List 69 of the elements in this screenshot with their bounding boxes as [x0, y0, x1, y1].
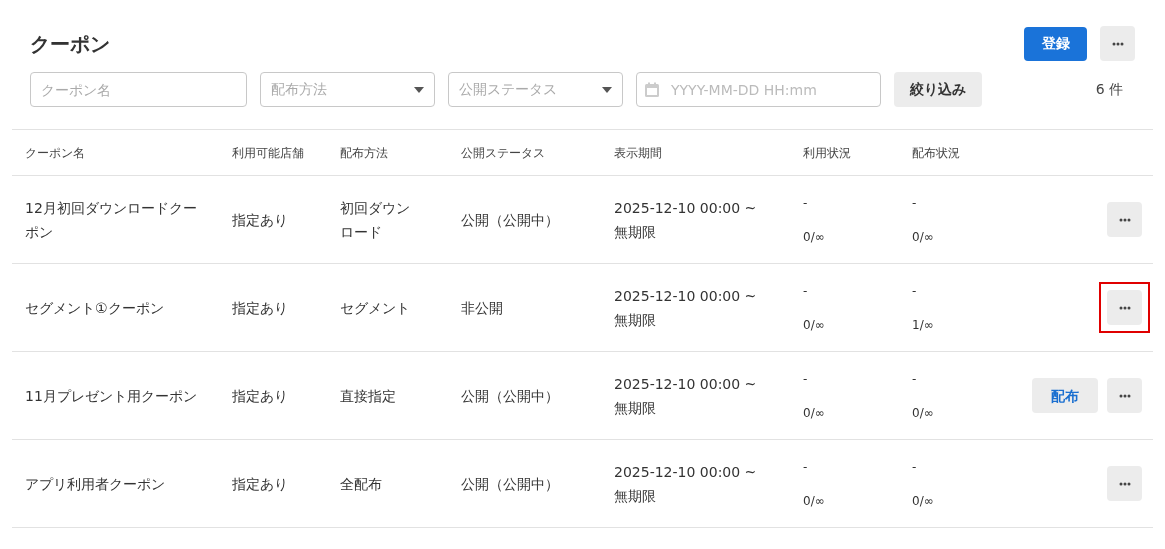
- more-icon: [1118, 305, 1131, 310]
- table-cell-text: 2025-12-10 00:00 ~: [614, 374, 758, 394]
- table-cell-text: 2025-12-10 00:00 ~: [614, 198, 758, 218]
- calendar-icon: [644, 82, 660, 98]
- register-button[interactable]: 登録: [1024, 26, 1087, 61]
- distribute-button[interactable]: 配布: [1032, 378, 1098, 413]
- table-cell: 公開（公開中）: [461, 475, 559, 492]
- table-cell: アプリ利用者クーポン: [25, 475, 165, 492]
- table-cell: 直接指定: [340, 387, 396, 404]
- table-cell-text: 0/∞: [803, 228, 826, 246]
- table-cell: 公開（公開中）: [461, 211, 559, 228]
- table-cell: 非公開: [461, 299, 503, 316]
- method-select[interactable]: 配布方法: [260, 72, 435, 107]
- table-cell: 指定あり: [232, 387, 288, 404]
- column-header: 利用可能店舗: [232, 145, 304, 160]
- column-header: クーポン名: [25, 145, 85, 160]
- table-cell-text: 無期限: [614, 310, 657, 330]
- table-cell-text: 0/∞: [803, 404, 826, 422]
- table-cell: 全配布: [340, 475, 382, 492]
- more-icon: [1111, 41, 1124, 46]
- table-cell-text: 0/∞: [912, 404, 935, 422]
- table-cell-text: 無期限: [614, 486, 657, 506]
- column-header: 配布方法: [340, 145, 388, 160]
- table-cell: 11月プレゼント用クーポン: [25, 387, 197, 404]
- table-cell-text: 無期限: [614, 222, 657, 242]
- table-cell-text: 0/∞: [803, 492, 826, 510]
- column-header: 公開ステータス: [461, 145, 545, 160]
- more-button[interactable]: [1107, 290, 1142, 325]
- table-cell-text: 無期限: [614, 398, 657, 418]
- more-icon: [1118, 217, 1131, 222]
- table-cell-text: 0/∞: [803, 316, 826, 334]
- column-header: 表示期間: [614, 145, 662, 160]
- date-field[interactable]: YYYY-MM-DD HH:mm: [636, 72, 881, 107]
- table-cell-text: 2025-12-10 00:00 ~: [614, 462, 758, 482]
- table-cell-text: -: [912, 458, 918, 476]
- table-cell: 公開（公開中）: [461, 387, 559, 404]
- table-cell-text: -: [912, 370, 918, 388]
- table-cell: セグメント①クーポン: [25, 299, 164, 316]
- more-button[interactable]: [1100, 26, 1135, 61]
- column-header: 配布状況: [912, 145, 960, 160]
- table-cell-text: -: [803, 370, 809, 388]
- more-button[interactable]: [1107, 466, 1142, 501]
- caret-icon: [414, 86, 424, 93]
- table-cell-text: -: [912, 282, 918, 300]
- table-cell-text: 2025-12-10 00:00 ~: [614, 286, 758, 306]
- result-count: 6 件: [1095, 80, 1123, 99]
- table-cell-text: 0/∞: [912, 492, 935, 510]
- table-cell-text: -: [803, 282, 809, 300]
- more-button[interactable]: [1107, 378, 1142, 413]
- table-cell-text: 0/∞: [912, 228, 935, 246]
- coupon-name-field[interactable]: クーポン名: [30, 72, 247, 107]
- table-cell: 指定あり: [232, 211, 288, 228]
- table-cell-text: 1/∞: [912, 316, 935, 334]
- table-cell-text: -: [912, 194, 918, 212]
- caret-icon: [602, 86, 612, 93]
- page-title: クーポン: [30, 30, 110, 58]
- more-icon: [1118, 393, 1131, 398]
- filter-button[interactable]: 絞り込み: [894, 72, 982, 107]
- status-select[interactable]: 公開ステータス: [448, 72, 623, 107]
- table-cell: 初回ダウンロード: [340, 199, 410, 240]
- table-cell: 12月初回ダウンロードクーポン: [25, 199, 197, 240]
- more-button[interactable]: [1107, 202, 1142, 237]
- table-cell-text: -: [803, 458, 809, 476]
- column-header: 利用状況: [803, 145, 851, 160]
- table-cell: 指定あり: [232, 475, 288, 492]
- table-cell: セグメント: [340, 299, 410, 316]
- more-icon: [1118, 481, 1131, 486]
- table-cell-text: -: [803, 194, 809, 212]
- table-cell: 指定あり: [232, 299, 288, 316]
